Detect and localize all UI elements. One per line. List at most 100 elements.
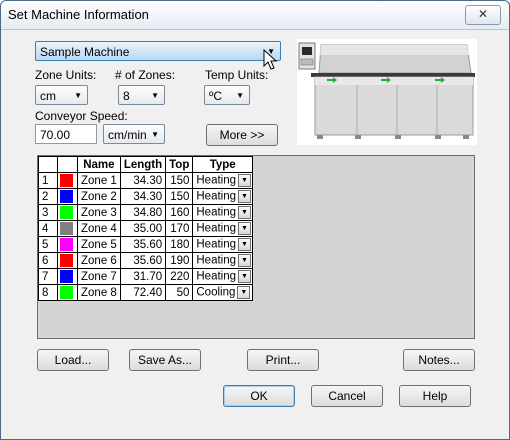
zone-name-cell[interactable]: Zone 6 xyxy=(77,252,121,269)
conveyor-unit-select[interactable]: cm/min ▼ xyxy=(103,124,165,144)
zone-units-label: Zone Units: xyxy=(35,68,97,82)
chevron-down-icon[interactable]: ▼ xyxy=(238,238,252,251)
table-row[interactable]: 3 Zone 3 34.80 160 Heating ▼ xyxy=(38,204,254,221)
chevron-down-icon[interactable]: ▼ xyxy=(238,222,252,235)
zone-type-cell[interactable]: Cooling ▼ xyxy=(192,284,254,301)
zone-color-swatch[interactable] xyxy=(57,220,78,237)
row-number[interactable]: 8 xyxy=(38,284,58,301)
save-as-button[interactable]: Save As... xyxy=(129,349,201,371)
table-row[interactable]: 4 Zone 4 35.00 170 Heating ▼ xyxy=(38,220,254,237)
chevron-down-icon[interactable]: ▼ xyxy=(238,206,252,219)
zone-type-cell[interactable]: Heating ▼ xyxy=(192,252,254,269)
zone-type-cell[interactable]: Heating ▼ xyxy=(192,236,254,253)
row-number[interactable]: 4 xyxy=(38,220,58,237)
zone-length-cell[interactable]: 35.00 xyxy=(119,220,167,237)
zone-type-cell[interactable]: Heating ▼ xyxy=(192,220,254,237)
zone-color-swatch[interactable] xyxy=(57,236,78,253)
table-row[interactable]: 7 Zone 7 31.70 220 Heating ▼ xyxy=(38,268,254,285)
column-header-type: Type xyxy=(192,156,254,173)
table-row[interactable]: 1 Zone 1 34.30 150 Heating ▼ xyxy=(38,172,254,189)
conveyor-unit-value: cm/min xyxy=(108,128,147,142)
zone-length-cell[interactable]: 35.60 xyxy=(119,252,167,269)
zone-top-cell[interactable]: 50 xyxy=(165,284,194,301)
zone-length-cell[interactable]: 31.70 xyxy=(119,268,167,285)
zone-top-cell[interactable]: 150 xyxy=(165,172,194,189)
chevron-down-icon: ▼ xyxy=(74,91,82,100)
zone-length-cell[interactable]: 34.30 xyxy=(119,188,167,205)
row-number[interactable]: 1 xyxy=(38,172,58,189)
row-number[interactable]: 2 xyxy=(38,188,58,205)
ok-button[interactable]: OK xyxy=(223,385,295,407)
column-header-color xyxy=(57,156,78,173)
zone-name-cell[interactable]: Zone 2 xyxy=(77,188,121,205)
chevron-down-icon[interactable]: ▼ xyxy=(237,286,251,299)
zone-color-swatch[interactable] xyxy=(57,268,78,285)
zone-length-cell[interactable]: 72.40 xyxy=(119,284,167,301)
zones-grid[interactable]: Name Length Top Type 1 Zone 1 34.30 150 Heat… xyxy=(37,155,475,339)
num-zones-label: # of Zones: xyxy=(115,68,176,82)
table-row[interactable]: 6 Zone 6 35.60 190 Heating ▼ xyxy=(38,252,254,269)
zone-type-value: Heating xyxy=(196,190,237,203)
temp-units-value: ºC xyxy=(209,89,223,103)
row-number[interactable]: 6 xyxy=(38,252,58,269)
chevron-down-icon: ▼ xyxy=(236,91,244,100)
conveyor-speed-input[interactable]: 70.00 xyxy=(35,124,97,144)
row-number[interactable]: 3 xyxy=(38,204,58,221)
table-row[interactable]: 8 Zone 8 72.40 50 Cooling ▼ xyxy=(38,284,254,301)
reflow-oven-image xyxy=(297,39,477,145)
chevron-down-icon[interactable]: ▼ xyxy=(238,270,252,283)
help-button[interactable]: Help xyxy=(399,385,471,407)
table-row[interactable]: 5 Zone 5 35.60 180 Heating ▼ xyxy=(38,236,254,253)
zone-color-swatch[interactable] xyxy=(57,252,78,269)
zone-top-cell[interactable]: 150 xyxy=(165,188,194,205)
zone-top-cell[interactable]: 190 xyxy=(165,252,194,269)
load-button[interactable]: Load... xyxy=(37,349,109,371)
chevron-down-icon[interactable]: ▼ xyxy=(238,254,252,267)
zone-name-cell[interactable]: Zone 4 xyxy=(77,220,121,237)
title-bar[interactable]: Set Machine Information ✕ xyxy=(1,1,509,30)
zone-units-select[interactable]: cm ▼ xyxy=(35,85,88,105)
zone-type-value: Cooling xyxy=(196,286,236,299)
zone-type-cell[interactable]: Heating ▼ xyxy=(192,204,254,221)
temp-units-select[interactable]: ºC ▼ xyxy=(204,85,250,105)
zone-name-cell[interactable]: Zone 7 xyxy=(77,268,121,285)
chevron-down-icon[interactable]: ▼ xyxy=(238,190,252,203)
print-button[interactable]: Print... xyxy=(247,349,319,371)
zone-length-cell[interactable]: 35.60 xyxy=(119,236,167,253)
zone-top-cell[interactable]: 180 xyxy=(165,236,194,253)
zone-color-swatch[interactable] xyxy=(57,204,78,221)
row-number[interactable]: 7 xyxy=(38,268,58,285)
zone-type-cell[interactable]: Heating ▼ xyxy=(192,188,254,205)
zone-color-swatch[interactable] xyxy=(57,172,78,189)
column-header-name: Name xyxy=(77,156,121,173)
row-number[interactable]: 5 xyxy=(38,236,58,253)
zone-type-value: Heating xyxy=(196,238,237,251)
zone-name-cell[interactable]: Zone 5 xyxy=(77,236,121,253)
zone-top-cell[interactable]: 220 xyxy=(165,268,194,285)
reflow-oven-icon xyxy=(297,39,477,145)
table-header-row: Name Length Top Type xyxy=(38,156,254,173)
zone-length-cell[interactable]: 34.80 xyxy=(119,204,167,221)
chevron-down-icon: ▼ xyxy=(151,91,159,100)
zone-name-cell[interactable]: Zone 1 xyxy=(77,172,121,189)
column-header-rownum xyxy=(38,156,58,173)
zone-name-cell[interactable]: Zone 8 xyxy=(77,284,121,301)
zone-top-cell[interactable]: 160 xyxy=(165,204,194,221)
column-header-length: Length xyxy=(119,156,167,173)
zone-name-cell[interactable]: Zone 3 xyxy=(77,204,121,221)
zone-units-value: cm xyxy=(40,89,56,103)
table-row[interactable]: 2 Zone 2 34.30 150 Heating ▼ xyxy=(38,188,254,205)
notes-button[interactable]: Notes... xyxy=(403,349,475,371)
close-button[interactable]: ✕ xyxy=(465,5,501,25)
cancel-button[interactable]: Cancel xyxy=(311,385,383,407)
zone-length-cell[interactable]: 34.30 xyxy=(119,172,167,189)
machine-select[interactable]: Sample Machine ▼ xyxy=(35,41,281,61)
more-button[interactable]: More >> xyxy=(206,124,278,146)
zone-color-swatch[interactable] xyxy=(57,284,78,301)
zone-color-swatch[interactable] xyxy=(57,188,78,205)
chevron-down-icon[interactable]: ▼ xyxy=(238,174,252,187)
zone-type-cell[interactable]: Heating ▼ xyxy=(192,172,254,189)
num-zones-select[interactable]: 8 ▼ xyxy=(118,85,165,105)
zone-top-cell[interactable]: 170 xyxy=(165,220,194,237)
zone-type-cell[interactable]: Heating ▼ xyxy=(192,268,254,285)
